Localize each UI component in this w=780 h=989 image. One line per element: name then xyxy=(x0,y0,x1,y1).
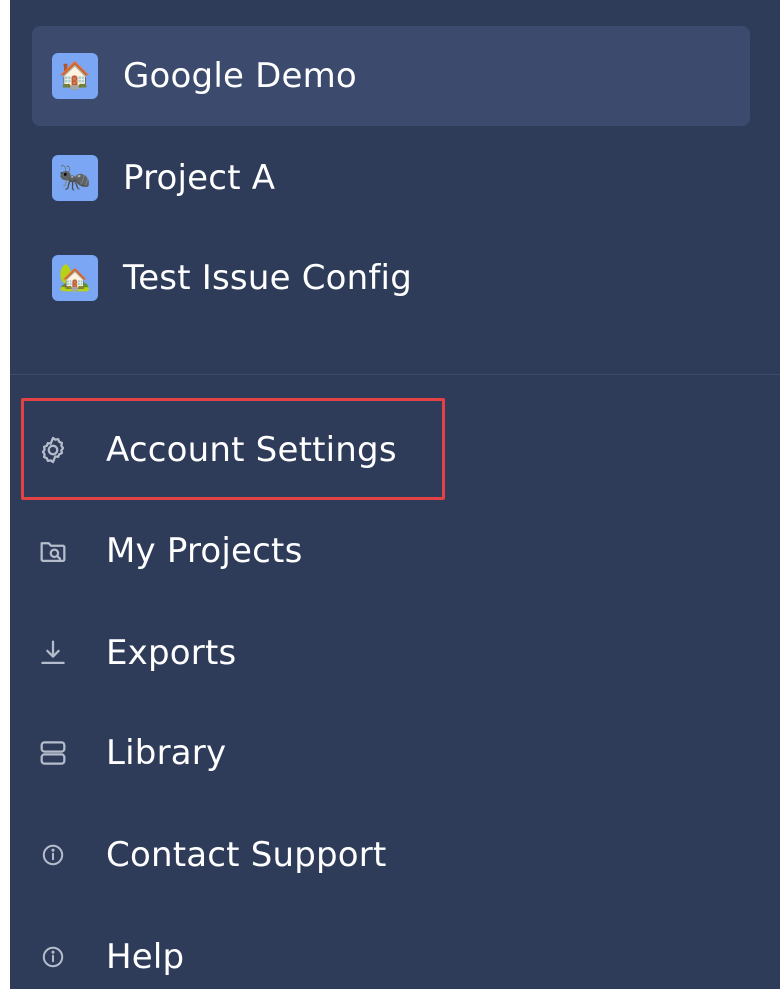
project-label: Google Demo xyxy=(123,56,357,96)
nav-item-my-projects[interactable]: My Projects xyxy=(10,511,780,591)
server-icon xyxy=(36,736,70,770)
folder-search-icon xyxy=(36,534,70,568)
nav-item-contact-support[interactable]: Contact Support xyxy=(10,815,780,895)
nav-label: Help xyxy=(106,937,185,977)
info-icon xyxy=(36,838,70,872)
info-icon xyxy=(36,940,70,974)
house-icon: 🏠 xyxy=(52,53,98,99)
sidebar: 🏠 Google Demo 🐜 Project A 🏡 Test Issue C… xyxy=(10,0,780,989)
nav-label: Library xyxy=(106,733,227,773)
ant-icon: 🐜 xyxy=(52,155,98,201)
nav-label: Account Settings xyxy=(106,430,397,470)
nav-item-help[interactable]: Help xyxy=(10,917,780,989)
nav-label: My Projects xyxy=(106,531,303,571)
nav-item-account-settings[interactable]: Account Settings xyxy=(10,410,780,490)
house-garden-icon: 🏡 xyxy=(52,255,98,301)
download-icon xyxy=(36,636,70,670)
nav-item-exports[interactable]: Exports xyxy=(10,613,780,693)
project-label: Test Issue Config xyxy=(123,258,412,298)
nav-label: Exports xyxy=(106,633,237,673)
project-item-google-demo[interactable]: 🏠 Google Demo xyxy=(32,26,750,126)
nav-item-library[interactable]: Library xyxy=(10,713,780,793)
section-divider xyxy=(10,374,780,375)
project-item-project-a[interactable]: 🐜 Project A xyxy=(32,128,750,228)
project-list: 🏠 Google Demo 🐜 Project A 🏡 Test Issue C… xyxy=(10,0,780,374)
gear-icon xyxy=(36,433,70,467)
nav-label: Contact Support xyxy=(106,835,387,875)
project-label: Project A xyxy=(123,158,276,198)
project-item-test-issue-config[interactable]: 🏡 Test Issue Config xyxy=(32,228,750,328)
